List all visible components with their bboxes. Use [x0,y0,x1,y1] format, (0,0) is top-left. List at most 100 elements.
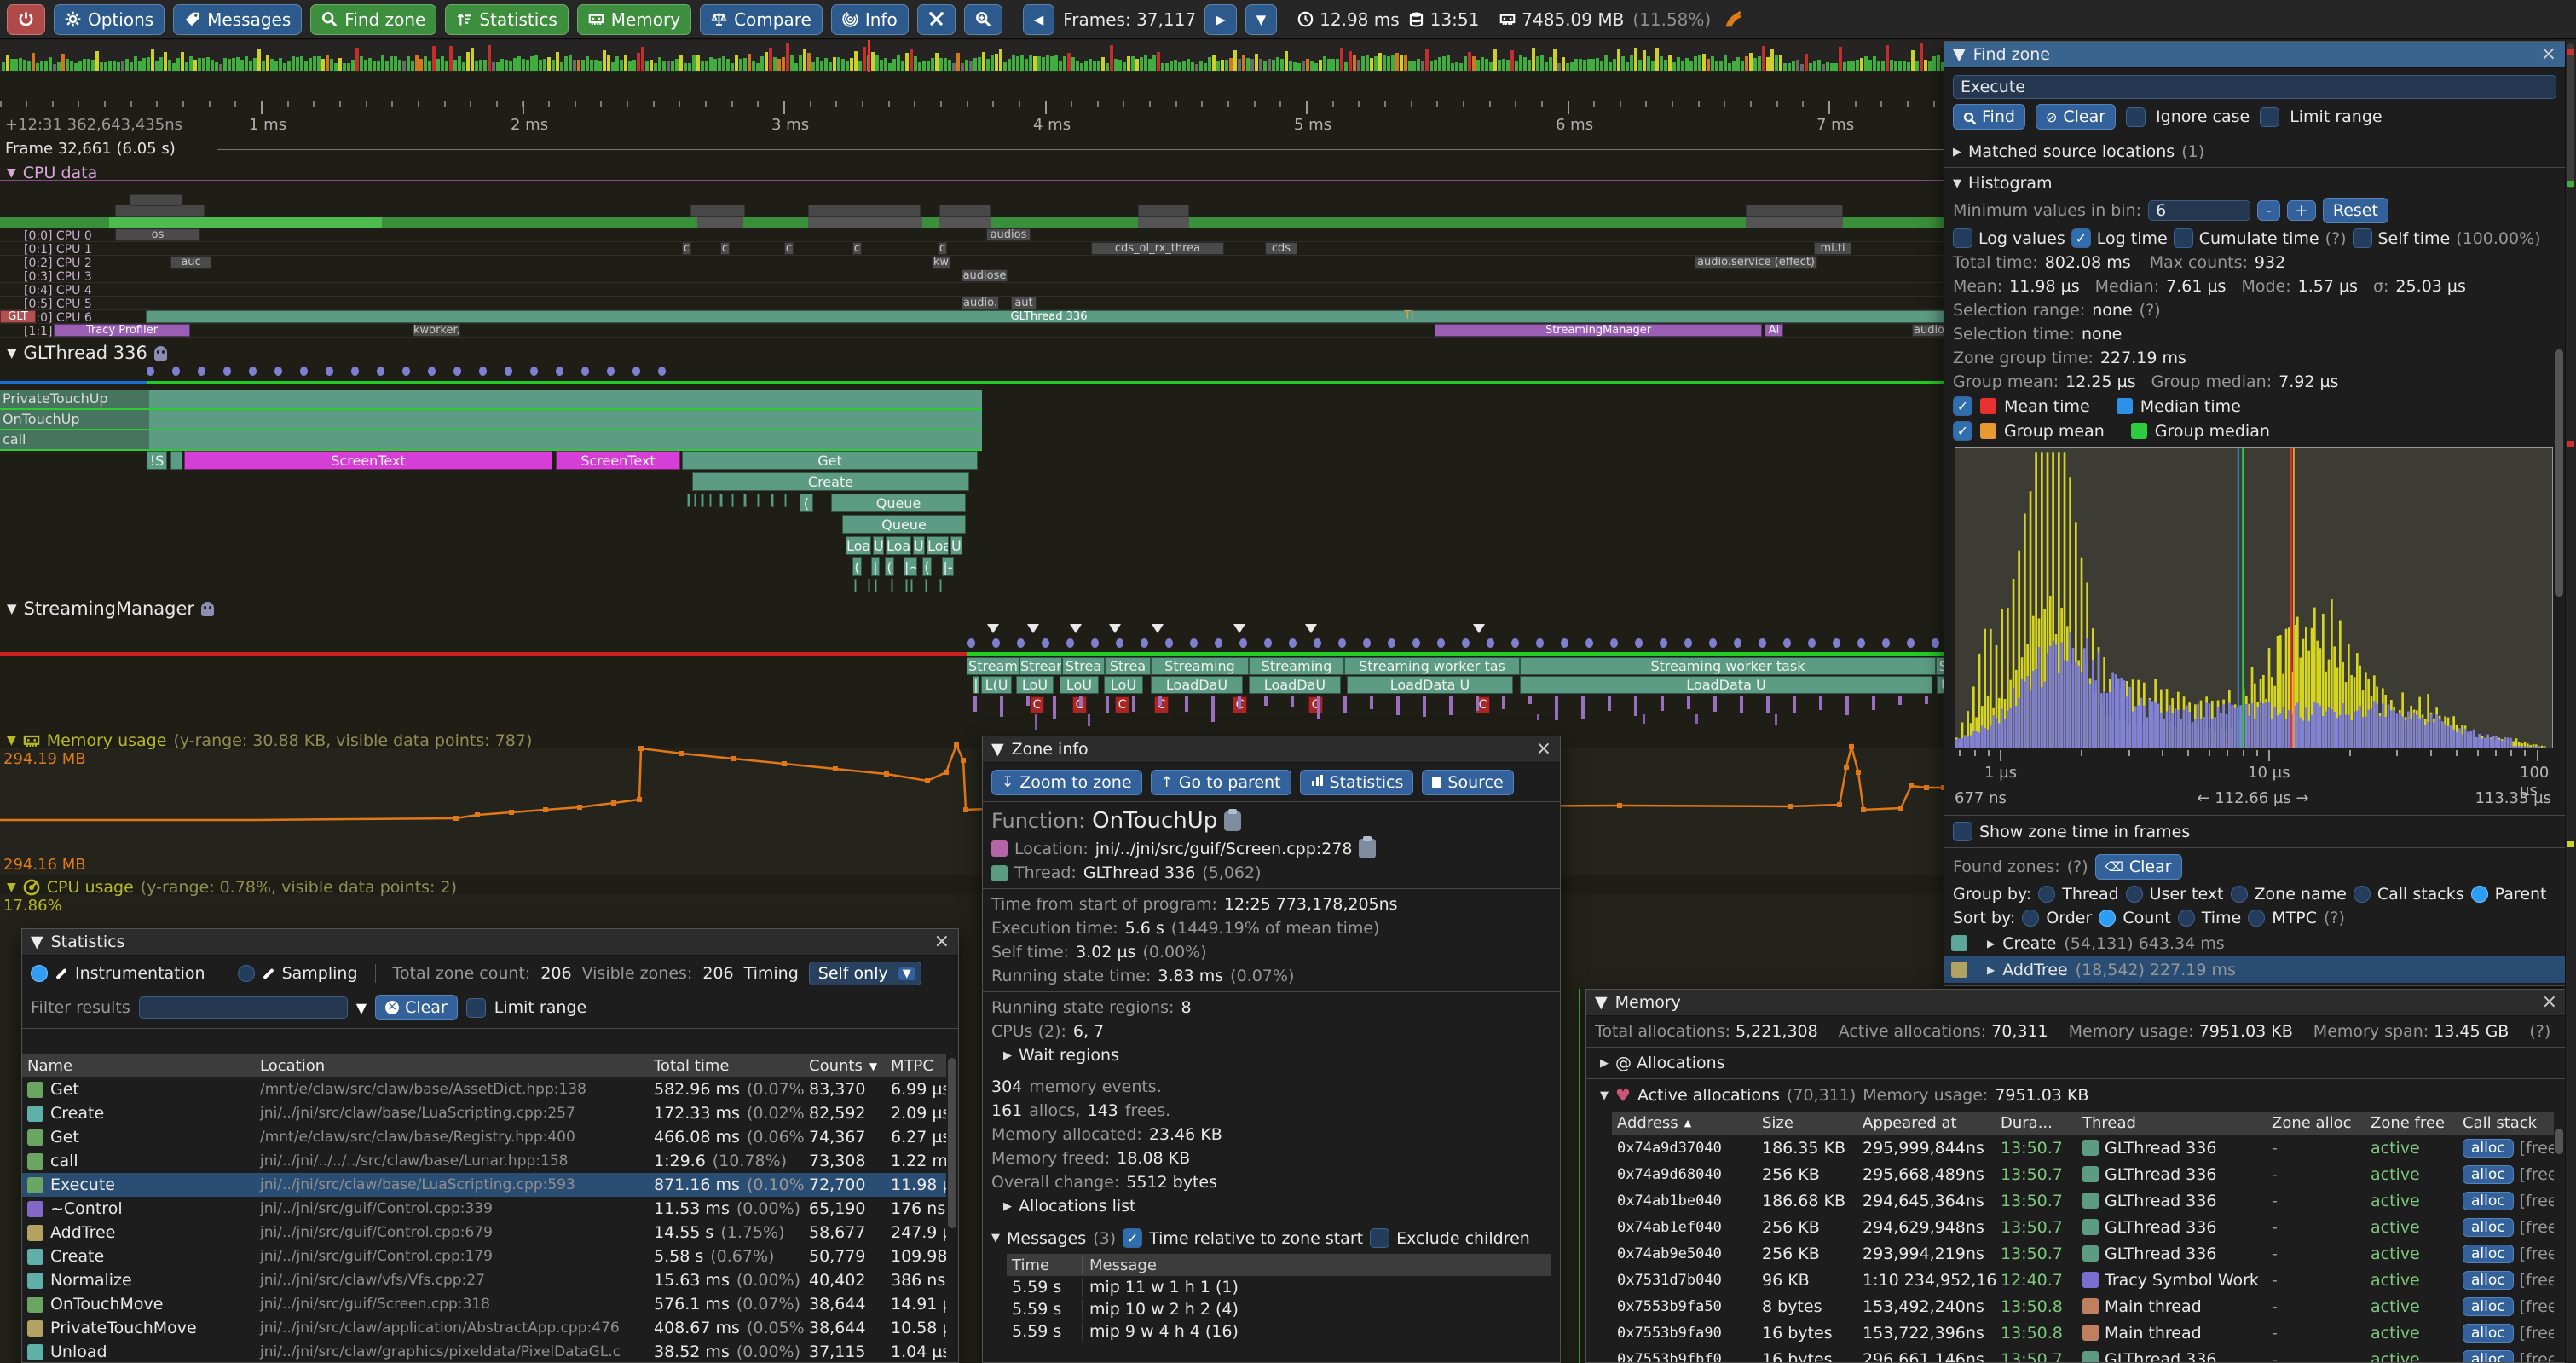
column-header-address[interactable]: Address▲ [1612,1114,1757,1132]
gl-zone[interactable]: Loa [886,536,911,555]
cpu-usage-header[interactable]: ▼CPU usage(y-range: 0.78%, visible data … [7,878,457,897]
gl-zone[interactable] [701,494,704,507]
gl-depth-zone-left[interactable]: OnTouchUp [0,410,149,429]
power-button[interactable] [7,4,45,35]
allocations-list-row[interactable]: ▶Allocations list [983,1194,1560,1218]
find-button[interactable]: Find [1953,104,2025,130]
streaming-worker-zone[interactable]: Strea [1062,657,1105,675]
table-scrollbar[interactable] [2555,1129,2563,1154]
gl-zone[interactable] [743,494,747,507]
collapse-icon[interactable]: ▼ [1600,1089,1609,1102]
gl-zone[interactable] [910,579,913,592]
gl-zone[interactable] [170,451,182,470]
column-header-size[interactable]: Size [1757,1114,1857,1132]
legend-checkbox[interactable]: ✓ [1953,421,1972,441]
histogram-row[interactable]: ▼Histogram [1944,171,2565,195]
cpu-zone[interactable]: mi.ti [1814,242,1851,255]
prev-frame-button[interactable]: ◀ [1023,4,1055,35]
tools-button[interactable] [917,4,956,35]
loaddata-zone[interactable]: LoadDaU [1151,676,1243,694]
group-by-parent[interactable] [2471,886,2488,903]
sort-by-order[interactable] [2022,910,2039,927]
gl-zone[interactable] [719,494,723,507]
zoom-to-zone-button[interactable]: ↧Zoom to zone [991,770,1142,795]
histogram-chart[interactable] [1955,447,2553,748]
matched-locations-row[interactable]: ▶Matched source locations(1) [1944,140,2565,164]
column-header-total-time[interactable]: Total time [649,1057,804,1075]
gl-zone[interactable]: ( [922,557,932,576]
memory-button[interactable]: Memory [577,4,691,35]
message-row[interactable]: 5.59 smip 11 w 1 h 1 (1) [1007,1276,1551,1298]
cumulate-time-checkbox[interactable] [2174,228,2193,248]
table-row[interactable]: calljni/../jni/../../../src/claw/base/Lu… [22,1149,946,1173]
collapse-icon[interactable]: ▼ [31,933,43,951]
zone-info-titlebar[interactable]: ▼ Zone info × [983,736,1560,763]
message-marker-icon[interactable] [1109,624,1121,633]
message-row[interactable]: 5.59 smip 9 w 4 h 4 (16) [1007,1320,1551,1343]
gl-zone[interactable]: | [871,557,880,576]
gl-depth-zone-left[interactable]: PrivateTouchUp [0,390,149,408]
cpu-zone[interactable]: GLT [0,310,36,323]
expand-icon[interactable]: ▶ [1003,1200,1012,1213]
go-to-parent-button[interactable]: ↑Go to parent [1151,770,1291,795]
scroll-thumb[interactable] [2567,43,2574,188]
sort-by-time[interactable] [2178,910,2195,927]
gl-zone[interactable]: Up [913,536,925,555]
gl-zone[interactable] [875,579,877,592]
cpu-zone[interactable]: kworker/u [413,324,460,337]
gl-zone[interactable]: ( [852,557,862,576]
streaming-worker-zone[interactable]: Streaming [1151,657,1249,675]
clipboard-icon[interactable] [1224,811,1241,831]
self-time-checkbox[interactable] [2353,228,2372,248]
options-button[interactable]: Options [54,4,165,35]
gl-zone[interactable] [771,494,774,507]
found-zone-row[interactable]: ▶Create(54,131) 643.34 ms [1944,930,2565,956]
messages-row[interactable]: ▼Messages(3)✓Time relative to zone start… [983,1226,1560,1250]
gl-zone[interactable]: Create [692,472,969,491]
collapse-icon[interactable]: ▼ [991,740,1004,759]
lock-mark[interactable]: C [1115,696,1129,713]
log-time-checkbox[interactable]: ✓ [2071,228,2091,248]
increment-button[interactable]: + [2287,200,2316,221]
find-zone-query-input[interactable] [1953,75,2556,99]
table-row[interactable]: PrivateTouchMovejni/../jni/src/claw/appl… [22,1316,946,1340]
expand-icon[interactable]: ▶ [1987,964,1995,976]
collapse-icon[interactable]: ▼ [7,166,16,180]
group-by-thread[interactable] [2038,886,2055,903]
gl-zone[interactable]: Loa [927,536,949,555]
cpu-zone[interactable]: audio [1912,324,1946,337]
statistics-titlebar[interactable]: ▼ Statistics × [22,929,958,956]
collapse-icon[interactable]: ▼ [991,1232,1000,1245]
column-header-zone-alloc[interactable]: Zone alloc [2267,1114,2365,1132]
gl-zone[interactable] [868,579,870,592]
close-icon[interactable]: × [2542,993,2557,1012]
allocation-row[interactable]: 0x74ab9e5040256 KB293,994,219ns13:50.7GL… [1612,1240,2554,1267]
loaddata-zone[interactable]: LoadData U [1347,676,1513,694]
found-zone-row[interactable]: ▶AddTree(18,542) 227.19 ms [1944,956,2565,983]
loaddata-zone[interactable]: LoadData U [1520,676,1932,694]
cpu-zone[interactable]: audio.service (effect) [1695,256,1817,269]
cpu-zone[interactable]: audiose [962,269,1008,282]
filter-input[interactable] [139,996,348,1019]
loaddata-zone[interactable]: LoU [1016,676,1054,694]
relative-time-checkbox[interactable]: ✓ [1123,1228,1142,1248]
streaming-worker-zone[interactable]: Stream [967,657,1019,675]
limit-range-checkbox[interactable] [466,998,486,1018]
allocations-row[interactable]: ▶@ Allocations [1586,1051,2566,1075]
found-clear-button[interactable]: ⌫Clear [2095,854,2182,880]
message-marker-icon[interactable] [1027,624,1039,633]
alloc-button[interactable]: alloc [2463,1165,2514,1184]
loaddata-zone[interactable]: L(U [981,676,1012,694]
alloc-button[interactable]: alloc [2463,1297,2514,1316]
allocation-row[interactable]: 0x74a9d37040186.35 KB295,999,844ns13:50.… [1612,1135,2554,1161]
messages-button[interactable]: Messages [173,4,302,35]
gl-depth-zone-left[interactable]: call [0,430,149,449]
cpu-zone[interactable]: StreamingManager [1435,324,1762,337]
alloc-button[interactable]: alloc [2463,1139,2514,1158]
table-row[interactable]: Normalizejni/../jni/src/claw/vfs/Vfs.cpp… [22,1268,946,1292]
expand-icon[interactable]: ▶ [1953,146,1961,159]
collapse-icon[interactable]: ▼ [7,345,17,361]
column-header-location[interactable]: Location [255,1057,649,1075]
allocation-row[interactable]: 0x74ab1ef040256 KB294,629,948ns13:50.7GL… [1612,1214,2554,1240]
cpu-zone[interactable]: Tracy Profiler [54,324,190,337]
